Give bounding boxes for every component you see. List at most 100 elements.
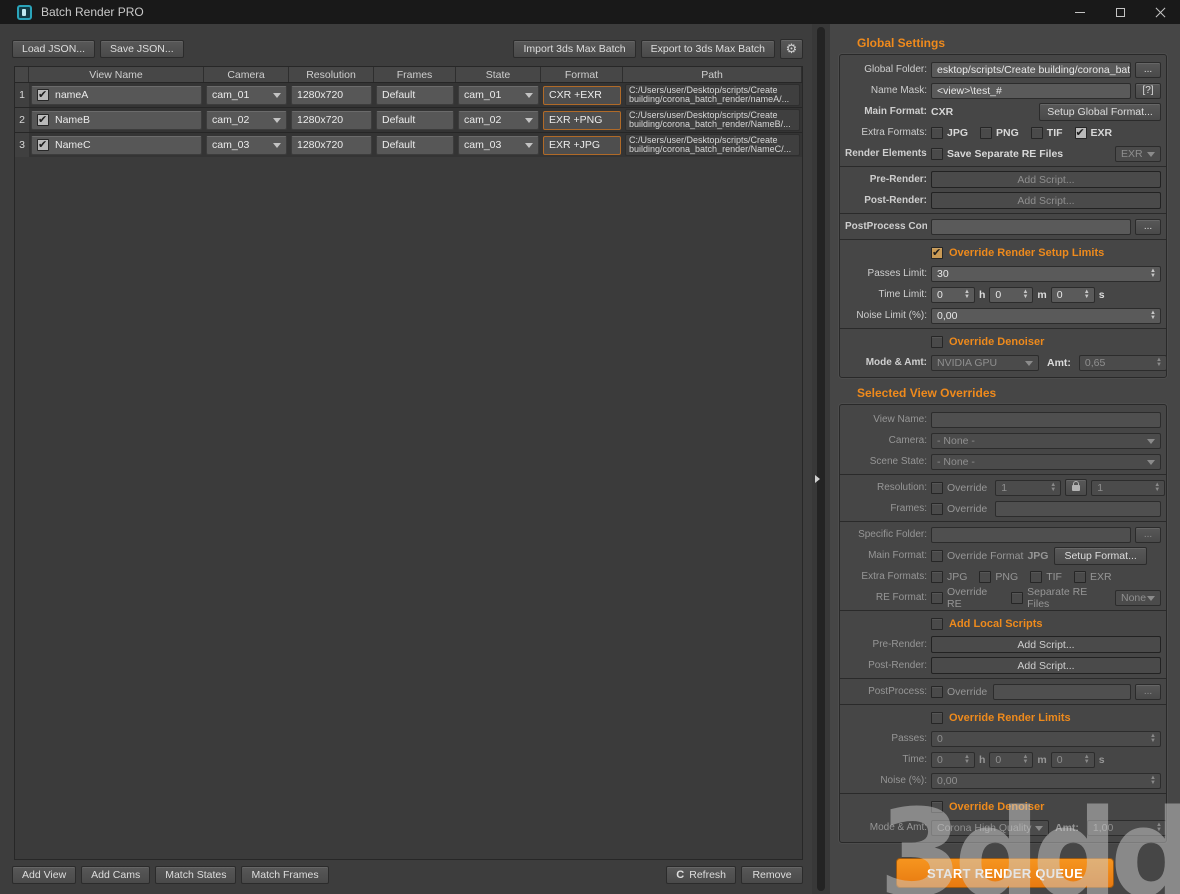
post-render-add-script-button[interactable]: Add Script...: [931, 192, 1161, 209]
ov-time-seconds-spinner[interactable]: 0: [1050, 751, 1095, 768]
postprocess-conf-field[interactable]: [931, 218, 1131, 235]
format-button[interactable]: EXR +PNG: [543, 110, 621, 130]
state-dropdown[interactable]: cam_01: [458, 85, 539, 105]
override-render-setup-limits-checkbox[interactable]: [931, 246, 943, 259]
spinner-arrows-icon[interactable]: [1020, 289, 1030, 301]
time-limit-minutes-spinner[interactable]: 0: [989, 286, 1034, 303]
ov-postprocess-field[interactable]: [993, 683, 1131, 700]
setup-format-button[interactable]: Setup Format...: [1054, 546, 1147, 565]
close-button[interactable]: [1140, 0, 1180, 24]
override-render-limits-checkbox[interactable]: [931, 711, 943, 724]
minimize-button[interactable]: [1060, 0, 1100, 24]
view-name-field[interactable]: NameB: [31, 110, 202, 130]
override-view-name-field[interactable]: [931, 411, 1161, 428]
spinner-arrows-icon[interactable]: [962, 289, 972, 301]
override-camera-dropdown[interactable]: - None -: [931, 432, 1161, 449]
path-field[interactable]: C:/Users/user/Desktop/scripts/Create bui…: [625, 109, 800, 131]
format-button[interactable]: EXR +JPG: [543, 135, 621, 155]
remove-button[interactable]: Remove: [741, 866, 803, 884]
frames-override-field[interactable]: [995, 500, 1161, 517]
state-dropdown[interactable]: cam_03: [458, 135, 539, 155]
postprocess-conf-browse-button[interactable]: ...: [1135, 218, 1161, 235]
extra-format-png-checkbox[interactable]: [980, 126, 993, 139]
save-json-button[interactable]: Save JSON...: [100, 40, 184, 58]
ov-time-hours-spinner[interactable]: 0: [931, 751, 975, 768]
resolution-field[interactable]: 1280x720: [291, 85, 372, 105]
re-format-dropdown[interactable]: EXR: [1115, 145, 1161, 162]
load-json-button[interactable]: Load JSON...: [12, 40, 96, 58]
spinner-arrows-icon[interactable]: [1082, 289, 1092, 301]
global-folder-browse-button[interactable]: ...: [1135, 61, 1161, 78]
frames-field[interactable]: Default: [376, 135, 454, 155]
spinner-arrows-icon[interactable]: [1048, 482, 1058, 494]
denoiser-mode-dropdown[interactable]: NVIDIA GPU: [931, 354, 1039, 371]
ov-extra-format-tif-checkbox[interactable]: [1030, 570, 1043, 583]
spinner-arrows-icon[interactable]: [1082, 754, 1092, 766]
save-separate-re-checkbox[interactable]: [931, 147, 943, 160]
resolution-height-spinner[interactable]: 1: [1091, 479, 1166, 496]
override-scene-state-dropdown[interactable]: - None -: [931, 453, 1161, 470]
panel-splitter[interactable]: [812, 24, 830, 894]
frames-field[interactable]: Default: [376, 85, 454, 105]
global-folder-field[interactable]: esktop/scripts/Create building/corona_ba…: [931, 61, 1131, 78]
name-mask-help-button[interactable]: [?]: [1135, 82, 1161, 99]
splitter-bar[interactable]: [817, 27, 825, 891]
specific-folder-field[interactable]: [931, 526, 1131, 543]
camera-dropdown[interactable]: cam_03: [206, 135, 287, 155]
spinner-arrows-icon[interactable]: [1154, 357, 1164, 369]
spinner-arrows-icon[interactable]: [1148, 733, 1158, 745]
import-3dsmax-batch-button[interactable]: Import 3ds Max Batch: [513, 40, 636, 58]
spinner-arrows-icon[interactable]: [1154, 822, 1164, 834]
format-button[interactable]: CXR +EXR: [543, 85, 621, 105]
override-denoiser-checkbox[interactable]: [931, 335, 943, 348]
spinner-arrows-icon[interactable]: [962, 754, 972, 766]
maximize-button[interactable]: [1100, 0, 1140, 24]
view-name-field[interactable]: NameC: [31, 135, 202, 155]
override-re-checkbox[interactable]: [931, 591, 943, 604]
separate-re-files-checkbox[interactable]: [1011, 591, 1024, 604]
time-limit-hours-spinner[interactable]: 0: [931, 286, 975, 303]
extra-format-tif-checkbox[interactable]: [1030, 126, 1043, 139]
camera-dropdown[interactable]: cam_02: [206, 110, 287, 130]
view-enabled-checkbox[interactable]: [37, 88, 49, 101]
add-view-button[interactable]: Add View: [12, 866, 77, 884]
view-name-field[interactable]: nameA: [31, 85, 202, 105]
add-local-scripts-checkbox[interactable]: [931, 617, 943, 630]
override-re-format-dropdown[interactable]: None: [1115, 589, 1161, 606]
spinner-arrows-icon[interactable]: [1020, 754, 1030, 766]
start-render-queue-button[interactable]: START RENDER QUEUE: [896, 858, 1114, 888]
spinner-arrows-icon[interactable]: [1148, 775, 1158, 787]
view-enabled-checkbox[interactable]: [37, 113, 49, 126]
path-field[interactable]: C:/Users/user/Desktop/scripts/Create bui…: [625, 84, 800, 106]
name-mask-field[interactable]: <view>\test_#: [931, 82, 1131, 99]
ov-denoiser-mode-dropdown[interactable]: Corona High Quality: [931, 819, 1049, 836]
ov-override-denoiser-checkbox[interactable]: [931, 800, 943, 813]
ov-extra-format-jpg-checkbox[interactable]: [931, 570, 943, 583]
ov-denoiser-amt-spinner[interactable]: 1,00: [1086, 819, 1167, 836]
noise-limit-spinner[interactable]: 0,00: [931, 307, 1161, 324]
settings-button[interactable]: [780, 39, 803, 59]
frames-field[interactable]: Default: [376, 110, 454, 130]
time-limit-seconds-spinner[interactable]: 0: [1050, 286, 1095, 303]
view-enabled-checkbox[interactable]: [37, 138, 49, 151]
resolution-field[interactable]: 1280x720: [291, 110, 372, 130]
postprocess-override-checkbox[interactable]: [931, 685, 943, 698]
match-frames-button[interactable]: Match Frames: [241, 866, 329, 884]
ov-passes-spinner[interactable]: 0: [931, 730, 1161, 747]
extra-format-jpg-checkbox[interactable]: [931, 126, 943, 139]
pre-render-add-script-button[interactable]: Add Script...: [931, 171, 1161, 188]
spinner-arrows-icon[interactable]: [1148, 310, 1158, 322]
frames-override-checkbox[interactable]: [931, 502, 943, 515]
ov-time-minutes-spinner[interactable]: 0: [989, 751, 1034, 768]
state-dropdown[interactable]: cam_02: [458, 110, 539, 130]
match-states-button[interactable]: Match States: [155, 866, 237, 884]
passes-limit-spinner[interactable]: 30: [931, 265, 1161, 282]
denoiser-amt-spinner[interactable]: 0,65: [1078, 354, 1167, 371]
refresh-button[interactable]: Refresh: [666, 866, 736, 884]
override-format-checkbox[interactable]: [931, 549, 943, 562]
spinner-arrows-icon[interactable]: [1152, 482, 1162, 494]
setup-global-format-button[interactable]: Setup Global Format...: [1039, 102, 1161, 121]
ov-extra-format-png-checkbox[interactable]: [979, 570, 992, 583]
path-field[interactable]: C:/Users/user/Desktop/scripts/Create bui…: [625, 134, 800, 156]
ov-extra-format-exr-checkbox[interactable]: [1073, 570, 1086, 583]
